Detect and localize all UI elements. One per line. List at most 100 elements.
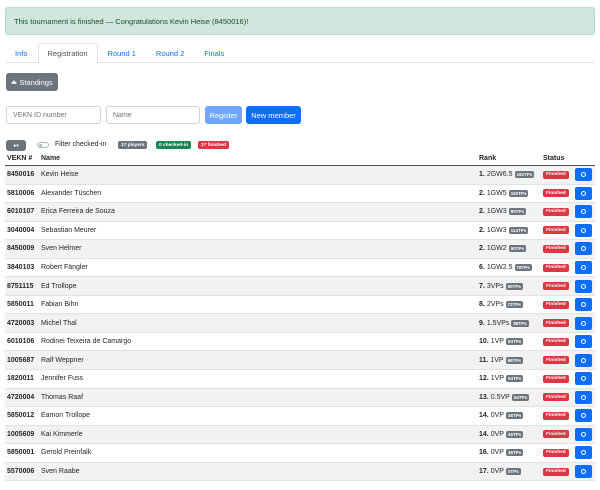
rank-cell: 9. 1.5VPs 88TPs <box>479 314 529 332</box>
status-cell: Finished <box>543 222 569 240</box>
rank-number: 6. <box>479 264 485 271</box>
status-badge: Finished <box>543 170 569 179</box>
rank-cell: 14. 0VP 46TPs <box>479 426 524 444</box>
status-badge: Finished <box>543 356 569 365</box>
player-action-button[interactable] <box>575 316 592 330</box>
player-action-button[interactable] <box>575 409 592 423</box>
tournament-points-badge: 54TPs <box>511 393 530 401</box>
status-badge: Finished <box>543 374 569 383</box>
rank-number: 2. <box>479 226 485 234</box>
rank-number: 2. <box>479 208 485 216</box>
status-cell: Finished <box>543 166 569 184</box>
vekn-id: 8751115 <box>7 282 34 290</box>
status-badge: Finished <box>543 189 569 198</box>
rank-cell: 14. 0VP 46TPs <box>479 407 524 425</box>
rank-cell: 8. 2VPs 72TPs <box>479 296 523 314</box>
header-status: Status <box>543 155 565 162</box>
player-action-button[interactable] <box>575 372 592 386</box>
rank-cell: 2. 1GW3 90TPs <box>479 203 526 221</box>
tournament-points-badge: 46TPs <box>505 412 524 420</box>
player-name: Gerold Preinfalk <box>41 449 92 457</box>
vekn-id: 1005687 <box>7 356 35 364</box>
display-options-dropdown[interactable]: ●▾ <box>6 140 26 151</box>
player-action-button[interactable] <box>575 446 592 460</box>
tournament-points-badge: 0TPs <box>505 468 521 476</box>
register-button[interactable]: Register <box>205 106 242 124</box>
vekn-id: 4720004 <box>7 393 35 401</box>
action-cell <box>575 426 592 444</box>
tournament-points-badge: 46TPs <box>505 430 524 438</box>
status-badge: Finished <box>543 300 569 309</box>
table-row: 6010107 Erica Ferreira de Souza 2. 1GW3 90TP… <box>5 203 595 222</box>
table-row: 1005687 Ralf Weppner 11. 1VP 66TPs Finished <box>5 351 595 371</box>
info-icon <box>581 357 586 363</box>
table-row: 6010106 Rodinei Teixeira de Camargo 10. 1VP… <box>5 333 595 352</box>
info-icon <box>581 227 586 233</box>
rank-cell: 11. 1VP 66TPs <box>479 351 523 369</box>
player-action-button[interactable] <box>575 335 592 349</box>
rank-number: 11. <box>479 356 489 364</box>
player-action-button[interactable] <box>575 353 592 367</box>
tab-round-2[interactable]: Round 2 <box>146 43 194 63</box>
status-badge: Finished <box>543 337 569 346</box>
player-action-button[interactable] <box>575 168 592 182</box>
action-cell <box>575 389 592 407</box>
standings-button[interactable]: Standings <box>6 73 58 91</box>
player-action-button[interactable] <box>575 465 592 479</box>
table-row: 4720004 Thomas Raaf 13. 0.5VP 54TPs Finished <box>5 388 595 408</box>
player-name: Ralf Weppner <box>41 356 84 364</box>
status-cell: Finished <box>543 407 569 425</box>
info-icon <box>581 469 586 475</box>
vekn-id: 3840103 <box>7 264 35 271</box>
tournament-points-badge: 84TPs <box>505 338 524 346</box>
player-action-button[interactable] <box>575 205 592 219</box>
rank-number: 8. <box>479 301 485 309</box>
new-member-button[interactable]: New member <box>246 106 301 124</box>
tab-finals[interactable]: Finals <box>194 43 234 63</box>
status-cell: Finished <box>543 370 569 388</box>
player-action-button[interactable] <box>575 186 592 200</box>
player-action-button[interactable] <box>575 242 592 256</box>
standings-icon <box>11 80 17 84</box>
status-badge: Finished <box>543 263 569 272</box>
rank-cell: 12. 1VP 54TPs <box>479 370 524 388</box>
score: 1VP <box>490 356 504 364</box>
player-action-button[interactable] <box>575 427 592 441</box>
player-action-button[interactable] <box>575 390 592 404</box>
table-row: 8450009 Sven Helmer 2. 1GW2 90TPs Finished <box>5 240 595 259</box>
tab-info[interactable]: Info <box>5 43 38 63</box>
player-name: Michel Thal <box>41 319 77 327</box>
player-action-button[interactable] <box>575 261 592 274</box>
player-action-button[interactable] <box>575 223 592 237</box>
filter-checked-in-switch[interactable] <box>37 142 49 148</box>
table-row: 8450016 Kevin Heise 1. 2GW6.5 162TPs Finished <box>5 166 595 185</box>
alert-text: This tournament is finished — Congratula… <box>14 16 249 26</box>
finished-count-badge: 17 finished <box>198 141 230 149</box>
status-cell: Finished <box>543 185 569 203</box>
status-badge: Finished <box>543 319 569 328</box>
status-badge: Finished <box>543 430 569 439</box>
action-cell <box>575 203 592 221</box>
rank-number: 14. <box>479 430 489 438</box>
table-body: 8450016 Kevin Heise 1. 2GW6.5 162TPs Finished… <box>5 166 595 482</box>
tournament-finished-alert: This tournament is finished — Congratula… <box>5 7 595 35</box>
action-cell <box>575 463 592 481</box>
rank-cell: 16. 0VP 36TPs <box>479 444 524 462</box>
rank-cell: 2. 1GW3 114TPs <box>479 222 529 240</box>
table-row: 1820011 Jennifer Fuss 12. 1VP 54TPs Finished <box>5 370 595 389</box>
info-icon <box>581 431 586 437</box>
player-action-button[interactable] <box>575 298 592 312</box>
tab-registration[interactable]: Registration <box>37 43 98 63</box>
table-row: 8751115 Ed Trollope 7. 3VPs 90TPs Finished <box>5 277 595 296</box>
vekn-id-input[interactable] <box>6 106 101 124</box>
chevron-down-icon: ●▾ <box>13 142 19 149</box>
status-cell: Finished <box>543 314 569 332</box>
status-badge: Finished <box>543 226 569 235</box>
rank-number: 1. <box>479 171 485 179</box>
table-row: 5850001 Gerold Preinfalk 16. 0VP 36TPs Finish… <box>5 444 595 463</box>
player-action-button[interactable] <box>575 279 592 293</box>
status-cell: Finished <box>543 296 569 314</box>
name-input[interactable] <box>106 106 200 124</box>
status-badge: Finished <box>543 448 569 457</box>
tab-round-1[interactable]: Round 1 <box>98 43 146 63</box>
